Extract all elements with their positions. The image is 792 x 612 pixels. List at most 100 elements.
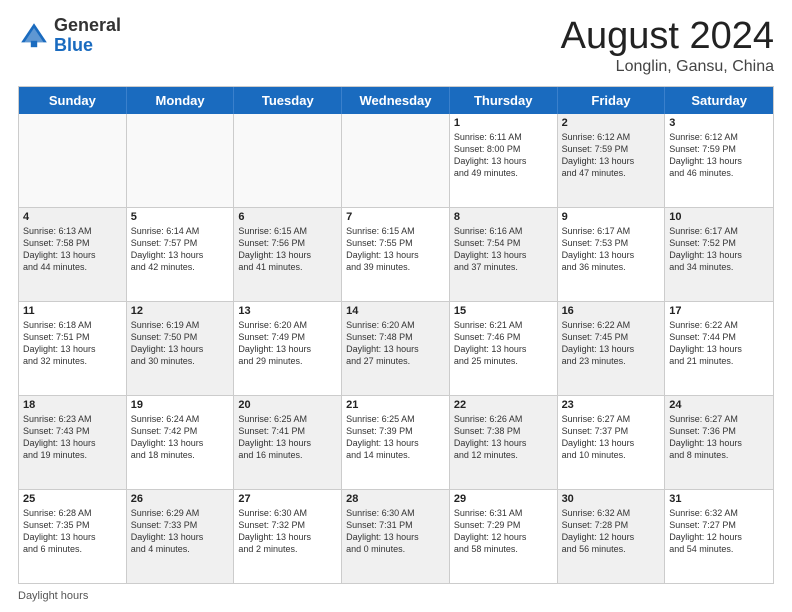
cell-info: Sunrise: 6:13 AM Sunset: 7:58 PM Dayligh… [23,225,122,274]
day-number: 19 [131,399,230,411]
calendar-cell: 15 Sunrise: 6:21 AM Sunset: 7:46 PM Dayli… [450,302,558,395]
calendar-cell: 1Sunrise: 6:11 AM Sunset: 8:00 PM Daylig… [450,114,558,207]
cell-info: Sunrise: 6:26 AM Sunset: 7:38 PM Dayligh… [454,413,553,462]
cell-info: Sunrise: 6:11 AM Sunset: 8:00 PM Dayligh… [454,131,553,180]
cell-info: Sunrise: 6:27 AM Sunset: 7:37 PM Dayligh… [562,413,661,462]
day-number: 10 [669,211,769,223]
cell-info: Sunrise: 6:28 AM Sunset: 7:35 PM Dayligh… [23,507,122,556]
calendar-cell: 28Sunrise: 6:30 AM Sunset: 7:31 PM Dayli… [342,490,450,583]
calendar-header-cell: Friday [558,87,666,114]
day-number: 18 [23,399,122,411]
calendar-cell [127,114,235,207]
day-number: 30 [562,493,661,505]
calendar-header-cell: Wednesday [342,87,450,114]
calendar-header-cell: Sunday [19,87,127,114]
day-number: 8 [454,211,553,223]
calendar-cell: 5 Sunrise: 6:14 AM Sunset: 7:57 PM Daylig… [127,208,235,301]
day-number: 12 [131,305,230,317]
day-number: 14 [346,305,445,317]
calendar-cell [342,114,450,207]
day-number: 4 [23,211,122,223]
logo-general-text: General [54,15,121,35]
day-number: 23 [562,399,661,411]
calendar-header-cell: Thursday [450,87,558,114]
calendar-cell: 12 Sunrise: 6:19 AM Sunset: 7:50 PM Dayli… [127,302,235,395]
cell-info: Sunrise: 6:21 AM Sunset: 7:46 PM Dayligh… [454,319,553,368]
calendar-cell: 22 Sunrise: 6:26 AM Sunset: 7:38 PM Dayli… [450,396,558,489]
day-number: 22 [454,399,553,411]
day-number: 15 [454,305,553,317]
day-number: 25 [23,493,122,505]
calendar-row: 18 Sunrise: 6:23 AM Sunset: 7:43 PM Dayli… [19,396,773,490]
calendar-cell: 7 Sunrise: 6:15 AM Sunset: 7:55 PM Daylig… [342,208,450,301]
calendar-cell: 9Sunrise: 6:17 AM Sunset: 7:53 PM Daylig… [558,208,666,301]
calendar-cell [234,114,342,207]
calendar-cell: 11Sunrise: 6:18 AM Sunset: 7:51 PM Dayli… [19,302,127,395]
calendar-cell: 31Sunrise: 6:32 AM Sunset: 7:27 PM Dayli… [665,490,773,583]
logo-blue-text: Blue [54,35,93,55]
calendar-header-cell: Monday [127,87,235,114]
cell-info: Sunrise: 6:22 AM Sunset: 7:44 PM Dayligh… [669,319,769,368]
cell-info: Sunrise: 6:20 AM Sunset: 7:48 PM Dayligh… [346,319,445,368]
cell-info: Sunrise: 6:24 AM Sunset: 7:42 PM Dayligh… [131,413,230,462]
cell-info: Sunrise: 6:23 AM Sunset: 7:43 PM Dayligh… [23,413,122,462]
day-number: 28 [346,493,445,505]
calendar-row: 1Sunrise: 6:11 AM Sunset: 8:00 PM Daylig… [19,114,773,208]
calendar-row: 25 Sunrise: 6:28 AM Sunset: 7:35 PM Dayli… [19,490,773,583]
calendar-header-cell: Tuesday [234,87,342,114]
cell-info: Sunrise: 6:19 AM Sunset: 7:50 PM Dayligh… [131,319,230,368]
calendar-cell: 6 Sunrise: 6:15 AM Sunset: 7:56 PM Daylig… [234,208,342,301]
cell-info: Sunrise: 6:32 AM Sunset: 7:28 PM Dayligh… [562,507,661,556]
cell-info: Sunrise: 6:32 AM Sunset: 7:27 PM Dayligh… [669,507,769,556]
calendar-cell: 26Sunrise: 6:29 AM Sunset: 7:33 PM Dayli… [127,490,235,583]
cell-info: Sunrise: 6:22 AM Sunset: 7:45 PM Dayligh… [562,319,661,368]
day-number: 17 [669,305,769,317]
cell-info: Sunrise: 6:31 AM Sunset: 7:29 PM Dayligh… [454,507,553,556]
calendar-cell: 27Sunrise: 6:30 AM Sunset: 7:32 PM Dayli… [234,490,342,583]
calendar-cell: 17 Sunrise: 6:22 AM Sunset: 7:44 PM Dayli… [665,302,773,395]
logo: General Blue [18,16,121,56]
cell-info: Sunrise: 6:14 AM Sunset: 7:57 PM Dayligh… [131,225,230,274]
page: General Blue August 2024 Longlin, Gansu,… [0,0,792,612]
calendar-cell: 24 Sunrise: 6:27 AM Sunset: 7:36 PM Dayli… [665,396,773,489]
calendar-cell: 16Sunrise: 6:22 AM Sunset: 7:45 PM Dayli… [558,302,666,395]
cell-info: Sunrise: 6:20 AM Sunset: 7:49 PM Dayligh… [238,319,337,368]
calendar-cell: 10 Sunrise: 6:17 AM Sunset: 7:52 PM Dayli… [665,208,773,301]
calendar-cell: 30 Sunrise: 6:32 AM Sunset: 7:28 PM Dayli… [558,490,666,583]
calendar-cell: 20 Sunrise: 6:25 AM Sunset: 7:41 PM Dayli… [234,396,342,489]
day-number: 6 [238,211,337,223]
day-number: 21 [346,399,445,411]
calendar-cell: 13Sunrise: 6:20 AM Sunset: 7:49 PM Dayli… [234,302,342,395]
cell-info: Sunrise: 6:15 AM Sunset: 7:56 PM Dayligh… [238,225,337,274]
calendar-cell: 21Sunrise: 6:25 AM Sunset: 7:39 PM Dayli… [342,396,450,489]
calendar: SundayMondayTuesdayWednesdayThursdayFrid… [18,86,774,584]
day-number: 24 [669,399,769,411]
logo-icon [18,20,50,52]
calendar-cell: 4 Sunrise: 6:13 AM Sunset: 7:58 PM Daylig… [19,208,127,301]
cell-info: Sunrise: 6:27 AM Sunset: 7:36 PM Dayligh… [669,413,769,462]
day-number: 5 [131,211,230,223]
calendar-cell: 19 Sunrise: 6:24 AM Sunset: 7:42 PM Dayli… [127,396,235,489]
day-number: 3 [669,117,769,129]
day-number: 20 [238,399,337,411]
calendar-cell: 8Sunrise: 6:16 AM Sunset: 7:54 PM Daylig… [450,208,558,301]
calendar-row: 4 Sunrise: 6:13 AM Sunset: 7:58 PM Daylig… [19,208,773,302]
calendar-cell [19,114,127,207]
header: General Blue August 2024 Longlin, Gansu,… [18,16,774,76]
cell-info: Sunrise: 6:29 AM Sunset: 7:33 PM Dayligh… [131,507,230,556]
calendar-row: 11Sunrise: 6:18 AM Sunset: 7:51 PM Dayli… [19,302,773,396]
footer-label: Daylight hours [18,590,88,602]
day-number: 7 [346,211,445,223]
cell-info: Sunrise: 6:15 AM Sunset: 7:55 PM Dayligh… [346,225,445,274]
cell-info: Sunrise: 6:25 AM Sunset: 7:41 PM Dayligh… [238,413,337,462]
cell-info: Sunrise: 6:17 AM Sunset: 7:52 PM Dayligh… [669,225,769,274]
calendar-cell: 29 Sunrise: 6:31 AM Sunset: 7:29 PM Dayli… [450,490,558,583]
month-title: August 2024 [561,16,774,58]
logo-text: General Blue [54,16,121,56]
calendar-cell: 25 Sunrise: 6:28 AM Sunset: 7:35 PM Dayli… [19,490,127,583]
cell-info: Sunrise: 6:30 AM Sunset: 7:32 PM Dayligh… [238,507,337,556]
calendar-cell: 18 Sunrise: 6:23 AM Sunset: 7:43 PM Dayli… [19,396,127,489]
title-block: August 2024 Longlin, Gansu, China [561,16,774,76]
calendar-cell: 23 Sunrise: 6:27 AM Sunset: 7:37 PM Dayli… [558,396,666,489]
day-number: 29 [454,493,553,505]
